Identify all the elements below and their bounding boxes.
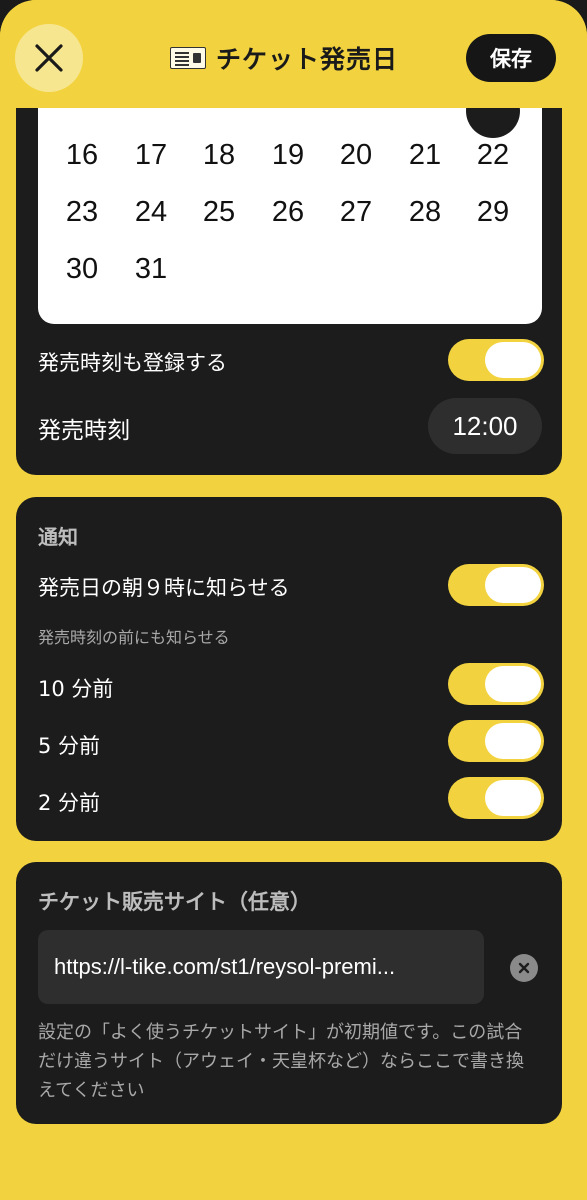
sale-time-label: 発売時刻 bbox=[38, 418, 130, 444]
toggle-knob bbox=[485, 567, 541, 603]
calendar-week-row: 23 24 25 26 27 28 29 bbox=[38, 196, 542, 236]
site-url-value: https://l-tike.com/st1/reysol-premi... bbox=[54, 954, 396, 979]
register-time-toggle[interactable] bbox=[448, 339, 544, 381]
before-notify-note: 発売時刻の前にも知らせる bbox=[38, 628, 230, 647]
notify-5min-toggle[interactable] bbox=[448, 720, 544, 762]
calendar-day[interactable]: 30 bbox=[52, 253, 112, 286]
close-button[interactable] bbox=[15, 24, 83, 92]
site-url-input[interactable]: https://l-tike.com/st1/reysol-premi... bbox=[38, 930, 484, 1004]
calendar-day[interactable]: 29 bbox=[463, 196, 523, 229]
calendar-day[interactable]: 31 bbox=[121, 253, 181, 286]
calendar-day[interactable]: 27 bbox=[326, 196, 386, 229]
calendar-day[interactable]: 22 bbox=[463, 139, 523, 172]
calendar-day[interactable]: 20 bbox=[326, 139, 386, 172]
notify-10min-toggle[interactable] bbox=[448, 663, 544, 705]
toggle-knob bbox=[485, 342, 541, 378]
calendar-week-row: 16 17 18 19 20 21 22 bbox=[38, 139, 542, 179]
ticket-icon bbox=[170, 47, 206, 69]
calendar-day[interactable]: 25 bbox=[189, 196, 249, 229]
toggle-knob bbox=[485, 723, 541, 759]
calendar-day[interactable]: 26 bbox=[258, 196, 318, 229]
clear-icon[interactable] bbox=[510, 954, 538, 982]
notification-heading: 通知 bbox=[38, 525, 78, 549]
sale-time-picker[interactable]: 12:00 bbox=[428, 398, 542, 454]
site-help-text: 設定の「よく使うチケットサイト」が初期値です。この試合だけ違うサイト（アウェイ・… bbox=[38, 1022, 524, 1101]
page-title: チケット発売日 bbox=[216, 45, 399, 74]
morning-notify-toggle[interactable] bbox=[448, 564, 544, 606]
calendar-day[interactable]: 28 bbox=[395, 196, 455, 229]
calendar-day[interactable]: 18 bbox=[189, 139, 249, 172]
calendar-week-row: 30 31 bbox=[38, 253, 542, 293]
header: チケット発売日 保存 bbox=[0, 0, 587, 108]
morning-notify-label: 発売日の朝９時に知らせる bbox=[38, 576, 290, 600]
notify-10min-label: 10 分前 bbox=[38, 677, 114, 701]
notify-2min-toggle[interactable] bbox=[448, 777, 544, 819]
close-icon bbox=[35, 44, 63, 72]
site-heading: チケット販売サイト（任意） bbox=[38, 890, 311, 914]
title-group: チケット発売日 bbox=[170, 40, 398, 76]
notify-5min-label: 5 分前 bbox=[38, 734, 101, 758]
toggle-knob bbox=[485, 666, 541, 702]
sheet: 9 10 11 12 13 14 15 16 17 18 19 20 21 22… bbox=[0, 0, 587, 1200]
calendar-day[interactable]: 16 bbox=[52, 139, 112, 172]
save-button[interactable]: 保存 bbox=[466, 34, 556, 82]
register-time-label: 発売時刻も登録する bbox=[38, 351, 227, 375]
calendar-day[interactable]: 19 bbox=[258, 139, 318, 172]
toggle-knob bbox=[485, 780, 541, 816]
calendar-day[interactable]: 23 bbox=[52, 196, 112, 229]
notify-2min-label: 2 分前 bbox=[38, 791, 101, 815]
calendar-day[interactable]: 24 bbox=[121, 196, 181, 229]
calendar-day[interactable]: 21 bbox=[395, 139, 455, 172]
calendar-day[interactable]: 17 bbox=[121, 139, 181, 172]
